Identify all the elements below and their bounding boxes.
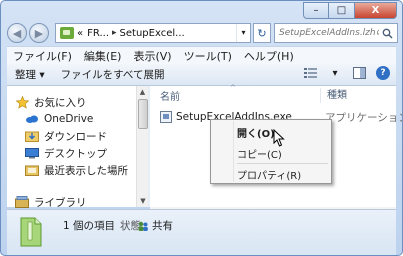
nav-item-desktop[interactable]: デスクトップ [25,145,107,161]
view-dropdown-icon[interactable]: ▾ [328,66,342,80]
help-icon[interactable]: ? [376,66,390,80]
explorer-window: – □ X ◀ ▶ « FR... ▸ SetupExcel... ▾ ↻ ファ… [0,0,403,256]
menu-view[interactable]: 表示(V) [127,48,177,64]
nav-item-downloads[interactable]: ダウンロード [25,128,107,144]
close-button[interactable]: X [355,2,397,19]
navigation-pane: お気に入り OneDrive ダウンロード デスクトップ 最近表示した場所 ライ… [7,86,148,210]
nav-item-label: OneDrive [44,113,94,125]
shared-users-icon [138,221,148,231]
context-menu-separator [237,163,328,164]
nav-item-recent-places[interactable]: 最近表示した場所 [25,162,128,178]
desktop-icon [25,147,39,160]
nav-item-label: ダウンロード [44,130,107,143]
toolbar-right: ▾ ? [304,66,390,80]
nav-pane-scrollbar[interactable]: ▲ ▼ [136,86,148,207]
cloud-icon [25,113,39,126]
organize-button[interactable]: 整理 ▾ [7,67,53,82]
library-icon [15,196,29,209]
mouse-cursor-icon [273,129,285,147]
column-header-row: ^ 名前 種類 [150,84,396,105]
refresh-button[interactable]: ↻ [253,23,271,43]
address-bar[interactable]: « FR... ▸ SetupExcel... ▾ [55,23,251,43]
minimize-icon: – [313,5,319,16]
address-prefix[interactable]: « [77,28,83,39]
search-input[interactable] [275,24,379,42]
archive-folder-icon [60,27,74,39]
menu-file[interactable]: ファイル(F) [7,48,78,64]
context-menu: 開く(O) コピー(C) プロパティ(R) [210,119,332,184]
extract-all-button[interactable]: ファイルをすべて展開 [53,67,173,82]
nav-item-label: お気に入り [34,96,87,109]
sort-indicator-icon: ^ [230,84,236,92]
nav-item-label: ライブラリ [34,196,87,209]
nav-item-label: 最近表示した場所 [44,164,128,177]
preview-pane-icon[interactable] [352,66,366,80]
menu-tools[interactable]: ツール(T) [178,48,238,64]
view-options-icon[interactable] [304,66,318,80]
file-type: アプリケーション [325,111,403,124]
maximize-icon: □ [336,5,347,16]
caption-buttons: – □ X [303,2,397,19]
forward-button[interactable]: ▶ [29,23,49,43]
menu-help[interactable]: ヘルプ(H) [238,48,300,64]
recent-places-icon [25,164,39,177]
navigation-row: ◀ ▶ « FR... ▸ SetupExcel... ▾ ↻ [7,22,398,44]
menu-edit[interactable]: 編集(E) [78,48,128,64]
nav-item-libraries[interactable]: ライブラリ [15,194,87,210]
scroll-thumb[interactable] [138,99,148,129]
star-icon [15,95,29,109]
back-button[interactable]: ◀ [7,23,27,43]
address-dropdown-icon[interactable]: ▾ [236,24,250,42]
nav-item-label: デスクトップ [44,147,107,160]
status-value: 共有 [137,218,173,233]
search-icon[interactable] [379,28,395,39]
nav-item-onedrive[interactable]: OneDrive [25,111,93,127]
close-icon: X [371,5,380,16]
address-separator-icon[interactable]: ▸ [112,28,117,38]
refresh-icon: ↻ [257,26,267,40]
menu-bar: ファイル(F) 編集(E) 表示(V) ツール(T) ヘルプ(H) [7,46,396,64]
download-folder-icon [25,130,39,143]
back-arrow-icon: ◀ [12,26,22,40]
context-menu-properties[interactable]: プロパティ(R) [235,165,329,183]
address-segment-2[interactable]: SetupExcel... [120,28,185,39]
application-icon [160,111,172,123]
command-bar: 整理 ▾ ファイルをすべて展開 ▾ ? [7,64,396,86]
forward-arrow-icon: ▶ [34,26,44,40]
scroll-up-icon[interactable]: ▲ [137,86,148,98]
search-box [274,23,398,43]
maximize-button[interactable]: □ [329,2,355,19]
minimize-button[interactable]: – [303,2,329,19]
nav-item-favorites[interactable]: お気に入り [15,94,87,110]
item-count: 1 個の項目 [63,220,116,232]
nav-arrows: ◀ ▶ [7,22,51,44]
details-pane: 1 個の項目 状態: 共有 [7,209,396,255]
status-value-text: 共有 [152,220,173,232]
archive-file-icon [20,217,42,247]
content-area: お気に入り OneDrive ダウンロード デスクトップ 最近表示した場所 ライ… [7,84,402,210]
address-segment-1[interactable]: FR... [87,28,109,39]
column-header-type[interactable]: 種類 [320,88,347,103]
column-header-name[interactable]: 名前 [160,88,180,103]
